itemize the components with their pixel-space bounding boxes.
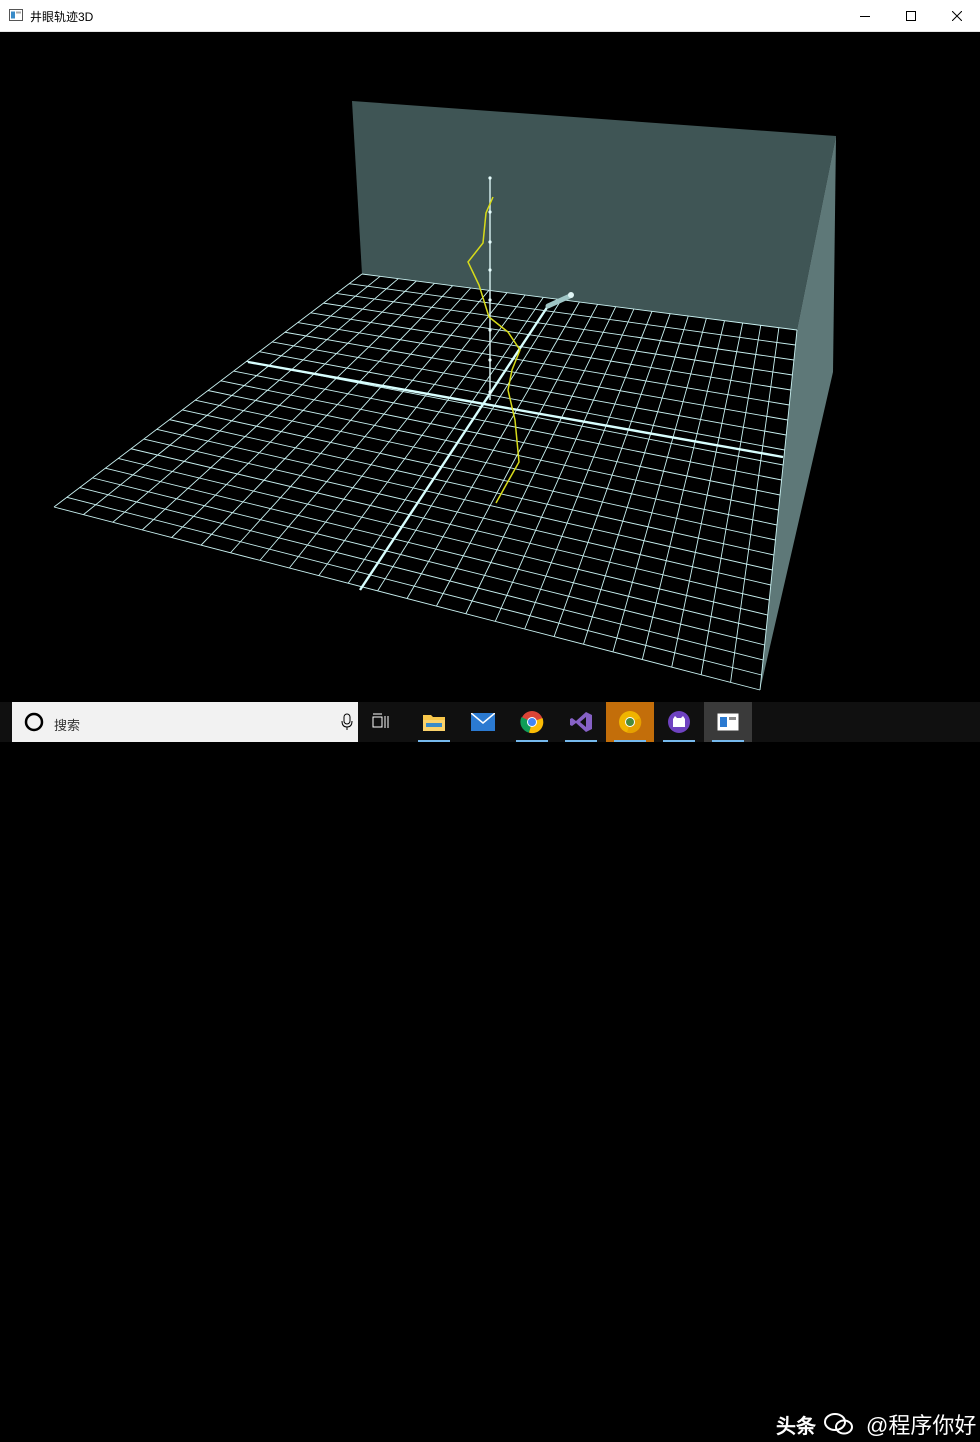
grid-line	[612, 318, 707, 652]
mail-icon	[471, 713, 495, 731]
taskbar-wellbore-app[interactable]	[704, 702, 752, 742]
taskbar: 搜索 头条 @程序你好	[0, 702, 980, 1438]
task-view-button[interactable]	[358, 702, 406, 742]
taskbar-visual-studio[interactable]	[557, 702, 605, 742]
maximize-button[interactable]	[888, 0, 934, 31]
minimize-icon	[860, 15, 870, 17]
grid-line	[406, 301, 580, 599]
grid-line	[92, 477, 765, 646]
cortana-icon	[24, 712, 44, 732]
grid-line	[53, 506, 761, 691]
axis-marker	[488, 240, 492, 244]
back-wall-plane	[352, 101, 836, 330]
maximize-icon	[906, 10, 916, 21]
title-bar[interactable]: 井眼轨迹3D	[0, 0, 980, 32]
axis-marker	[488, 268, 492, 272]
search-placeholder: 搜索	[54, 718, 81, 733]
microphone-icon[interactable]	[340, 713, 354, 731]
axis-marker	[488, 358, 492, 362]
wellbore-app-icon	[717, 713, 739, 731]
minimize-button[interactable]	[842, 0, 888, 31]
grid-line	[143, 438, 771, 586]
taskbar-mail[interactable]	[459, 702, 507, 742]
watermark-handle: @程序你好	[866, 1413, 977, 1438]
watermark-toutiao: 头条	[776, 1415, 816, 1438]
grid-line	[182, 409, 776, 541]
taskbar-chrome-canary[interactable]	[606, 702, 654, 742]
file-explorer-icon	[423, 715, 445, 731]
window-title: 井眼轨迹3D	[30, 10, 94, 24]
grid-line	[118, 458, 768, 616]
taskbar-search-box[interactable]: 搜索	[12, 702, 358, 742]
chrome-icon	[520, 711, 544, 734]
taskbar-file-explorer[interactable]	[410, 702, 458, 742]
wellbore-3d-scene[interactable]	[0, 32, 980, 702]
task-view-icon	[372, 713, 389, 728]
3d-viewport[interactable]	[0, 32, 980, 702]
axis-marker	[488, 298, 492, 302]
app-window: 井眼轨迹3D	[0, 0, 980, 702]
app-window-icon	[9, 9, 23, 21]
ground-grid	[53, 273, 798, 691]
chrome-canary-icon	[619, 711, 642, 734]
grid-line	[465, 306, 617, 614]
wechat-logo-icon	[824, 1413, 853, 1435]
taskbar-chrome[interactable]	[508, 702, 556, 742]
taskbar-github-desktop[interactable]	[655, 702, 703, 742]
axis-marker	[488, 390, 492, 394]
grid-line	[66, 496, 762, 676]
axis-marker	[488, 176, 492, 180]
coordinate-axes	[247, 305, 784, 591]
close-icon	[952, 10, 962, 21]
grid-line	[156, 428, 773, 571]
axis-marker	[488, 328, 492, 332]
axis-handle-knob	[568, 292, 574, 298]
grid-line	[553, 313, 671, 637]
visual-studio-icon	[570, 712, 592, 732]
watermark: 头条 @程序你好	[776, 1406, 976, 1442]
axis-marker	[488, 210, 492, 214]
close-button[interactable]	[934, 0, 980, 31]
github-desktop-icon	[668, 711, 690, 733]
